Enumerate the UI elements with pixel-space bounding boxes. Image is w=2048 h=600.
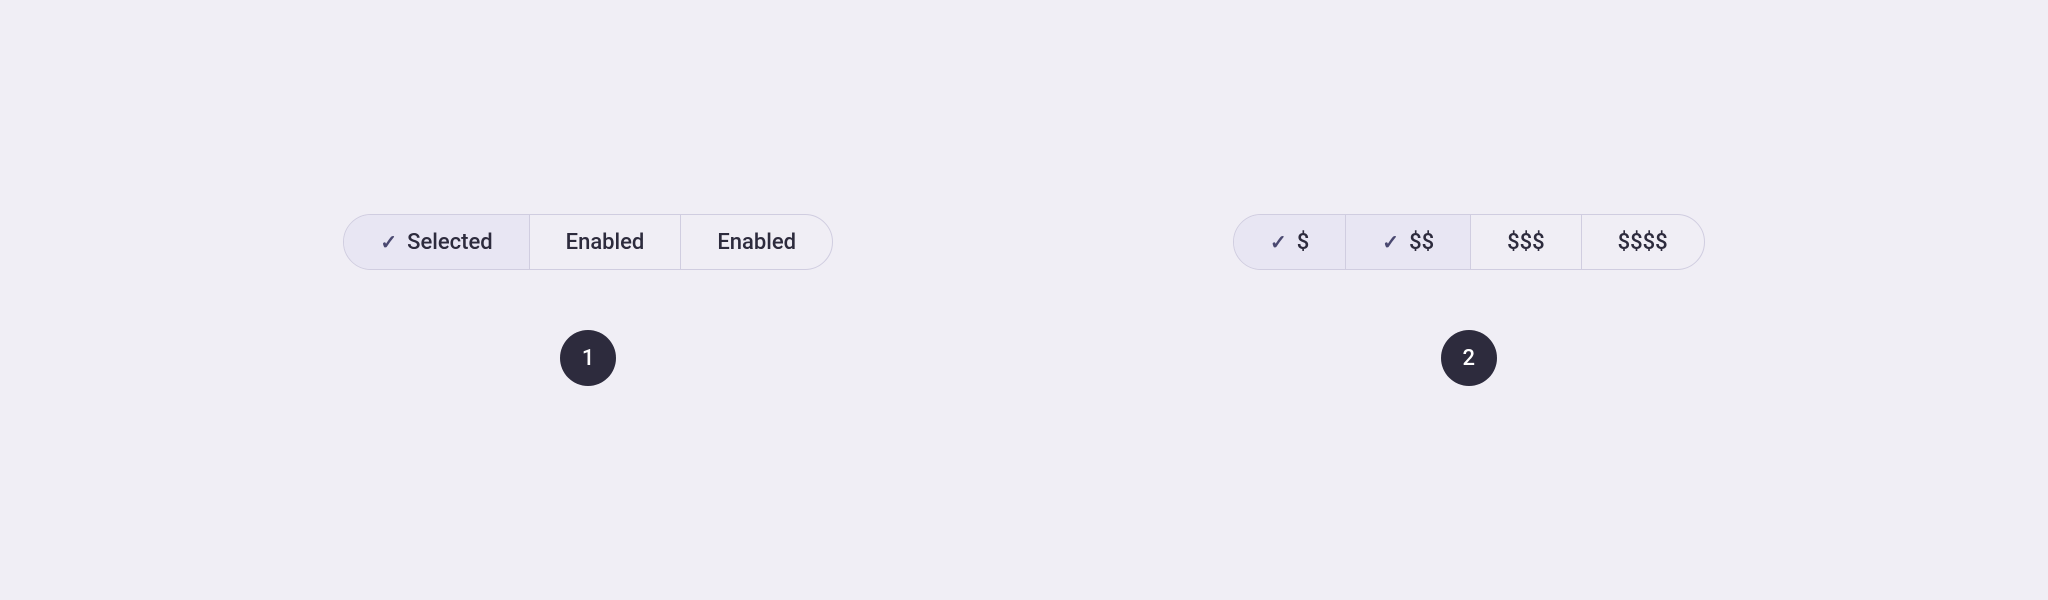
check-icon-1: ✓ — [1270, 230, 1287, 254]
segment-enabled-2-label: Enabled — [717, 230, 796, 255]
example-group-2: ✓ $ ✓ $$ $$$ $$$$ 2 — [1233, 214, 1705, 386]
segmented-control-2: ✓ $ ✓ $$ $$$ $$$$ — [1233, 214, 1705, 270]
segment-dollar-1-label: $ — [1297, 230, 1310, 255]
check-icon: ✓ — [380, 230, 397, 254]
segment-selected-label: Selected — [407, 230, 493, 255]
segment-dollar-1[interactable]: ✓ $ — [1234, 215, 1346, 269]
segment-dollar-3-label: $$$ — [1507, 230, 1545, 255]
segment-enabled-1-label: Enabled — [566, 230, 645, 255]
segment-dollar-3[interactable]: $$$ — [1471, 215, 1582, 269]
segment-selected[interactable]: ✓ Selected — [344, 215, 529, 269]
segment-dollar-2-label: $$ — [1409, 230, 1434, 255]
example-group-1: ✓ Selected Enabled Enabled 1 — [343, 214, 833, 386]
main-container: ✓ Selected Enabled Enabled 1 ✓ $ ✓ $$ $$… — [0, 214, 2048, 386]
segment-dollar-2[interactable]: ✓ $$ — [1346, 215, 1471, 269]
check-icon-2: ✓ — [1382, 230, 1399, 254]
segment-enabled-2[interactable]: Enabled — [681, 215, 832, 269]
badge-1: 1 — [560, 330, 616, 386]
segment-dollar-4[interactable]: $$$$ — [1582, 215, 1704, 269]
badge-2: 2 — [1441, 330, 1497, 386]
segment-dollar-4-label: $$$$ — [1618, 230, 1668, 255]
segmented-control-1: ✓ Selected Enabled Enabled — [343, 214, 833, 270]
segment-enabled-1[interactable]: Enabled — [530, 215, 682, 269]
